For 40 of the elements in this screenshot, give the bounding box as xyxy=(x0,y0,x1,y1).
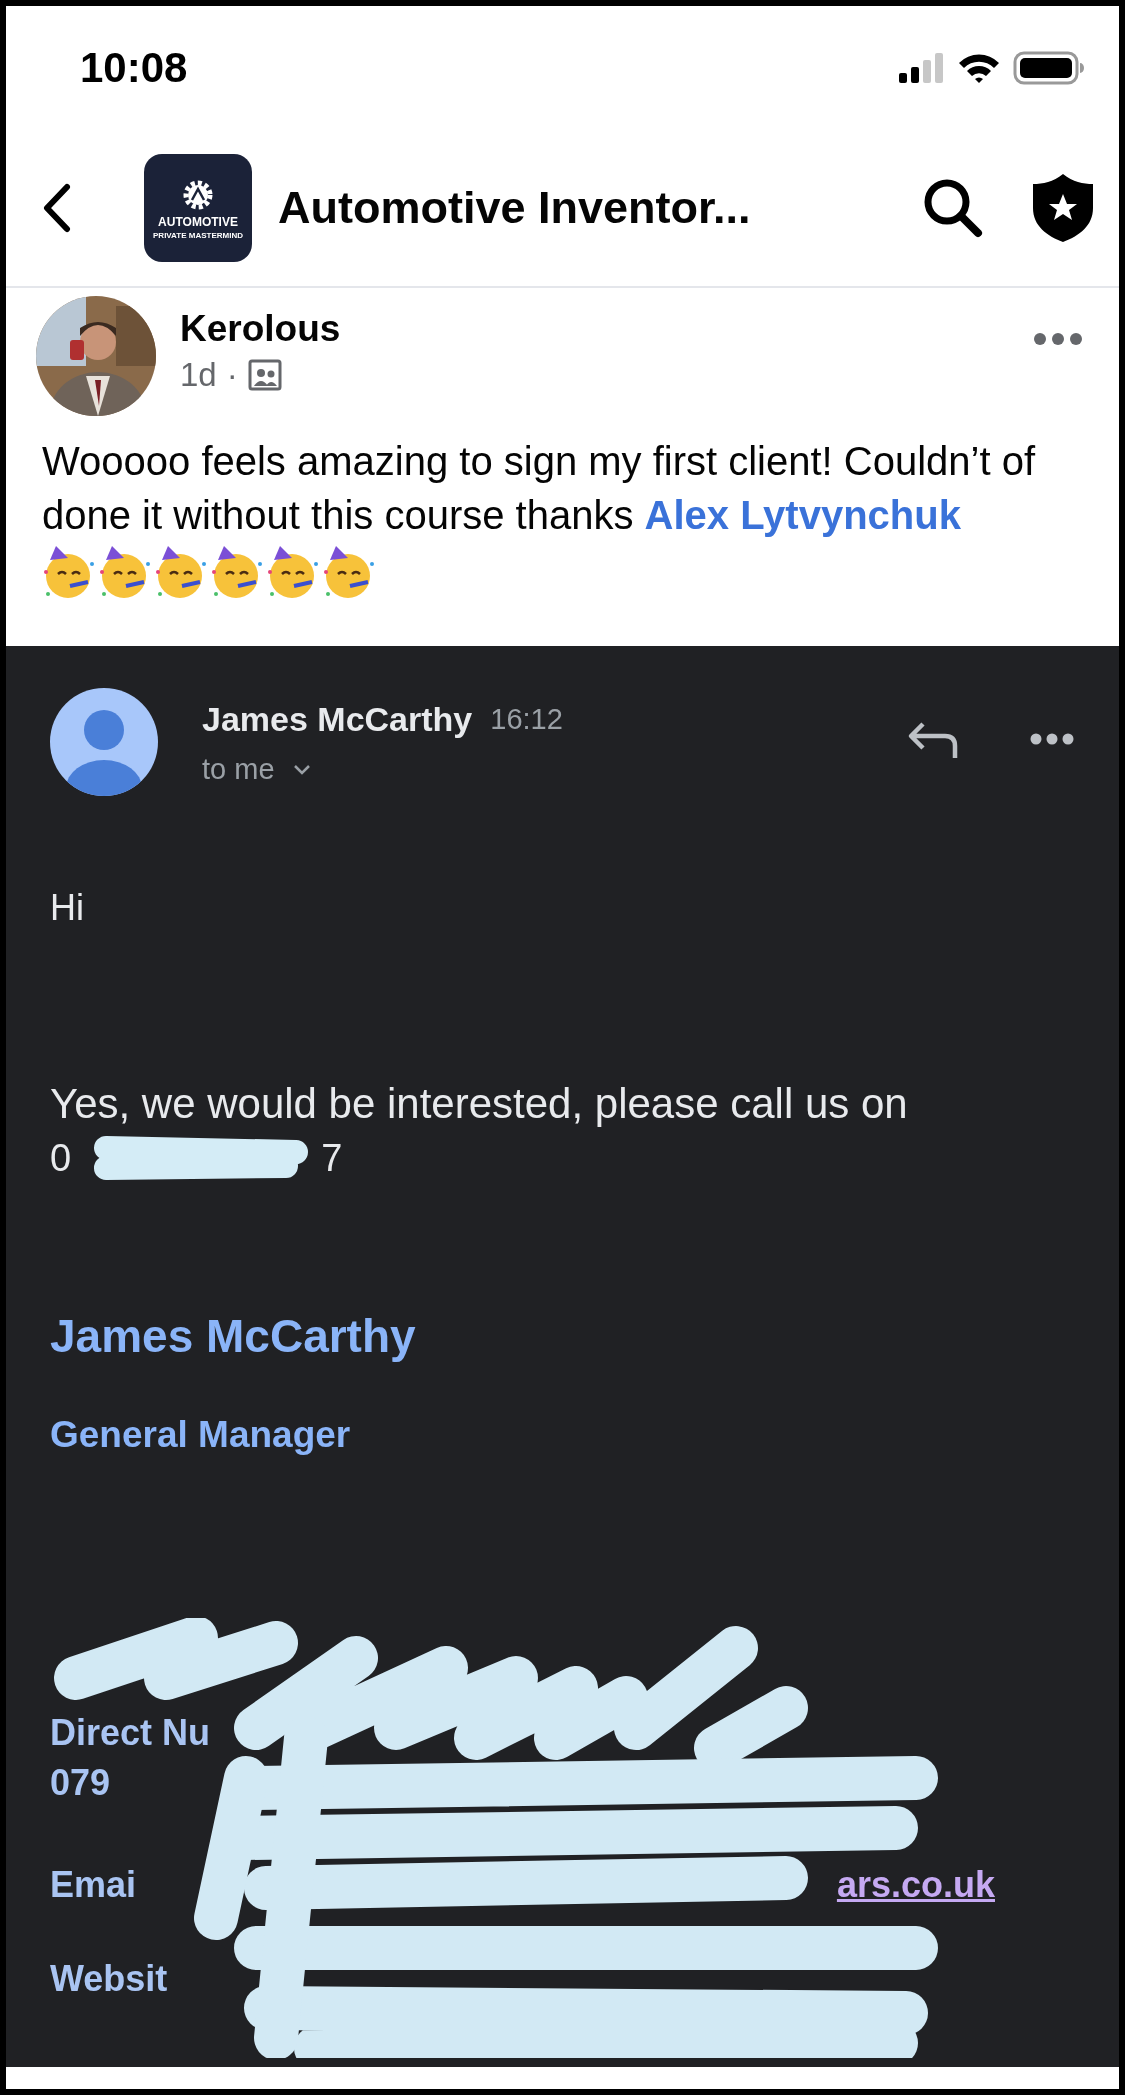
email-greeting: Hi xyxy=(50,886,85,930)
shield-star-icon[interactable] xyxy=(1031,172,1095,244)
group-logo[interactable]: AUTOMOTIVE PRIVATE MASTERMIND xyxy=(144,154,252,262)
author-name[interactable]: Kerolous xyxy=(180,308,1033,350)
party-face-icon xyxy=(322,544,376,600)
signal-icon xyxy=(899,53,945,83)
back-icon[interactable] xyxy=(42,183,72,233)
more-icon[interactable] xyxy=(1029,732,1075,746)
signature-name: James McCarthy xyxy=(50,1309,417,1364)
logo-subtitle: PRIVATE MASTERMIND xyxy=(153,230,243,240)
direct-number-fragment: 079 xyxy=(50,1761,112,1805)
sender-name: James McCarthy xyxy=(202,700,473,739)
logo-title: AUTOMOTIVE xyxy=(158,214,238,229)
website-label-fragment: Websit xyxy=(50,1957,169,2001)
status-time: 10:08 xyxy=(80,44,188,92)
phone-fragment: 0 xyxy=(50,1136,72,1181)
reply-icon[interactable] xyxy=(907,720,959,760)
chevron-down-icon[interactable] xyxy=(292,763,311,776)
group-audience-icon xyxy=(247,359,282,391)
post-age: 1d xyxy=(180,356,217,394)
post-text: Wooooo feels amazing to sign my first client! Couldn’t of done it without this course thanks Alex Lytvynchuk xyxy=(42,438,1037,539)
phone-fragment: 7 xyxy=(321,1136,343,1181)
party-face-icon xyxy=(154,544,208,600)
separator-dot: · xyxy=(226,356,238,394)
party-face-icon xyxy=(210,544,264,600)
battery-icon xyxy=(1013,51,1085,85)
recipient-label[interactable]: to me xyxy=(202,753,275,786)
mention-link[interactable]: Alex Lytvynchuk xyxy=(644,493,961,537)
wifi-icon xyxy=(957,52,1001,84)
group-title[interactable]: Automotive Inventor... xyxy=(278,182,921,234)
email-label-fragment: Emai xyxy=(50,1863,137,1907)
party-face-icon xyxy=(42,544,96,600)
party-face-icon xyxy=(266,544,320,600)
email-time: 16:12 xyxy=(490,703,563,736)
more-icon[interactable] xyxy=(1033,332,1083,346)
email-link-fragment[interactable]: ars.co.uk xyxy=(836,1862,995,1908)
party-face-icon xyxy=(98,544,152,600)
email-body: Yes, we would be interested, please call us on xyxy=(50,1080,909,1128)
signature-title: General Manager xyxy=(50,1413,352,1457)
direct-label-fragment: Direct Nu xyxy=(50,1711,212,1755)
